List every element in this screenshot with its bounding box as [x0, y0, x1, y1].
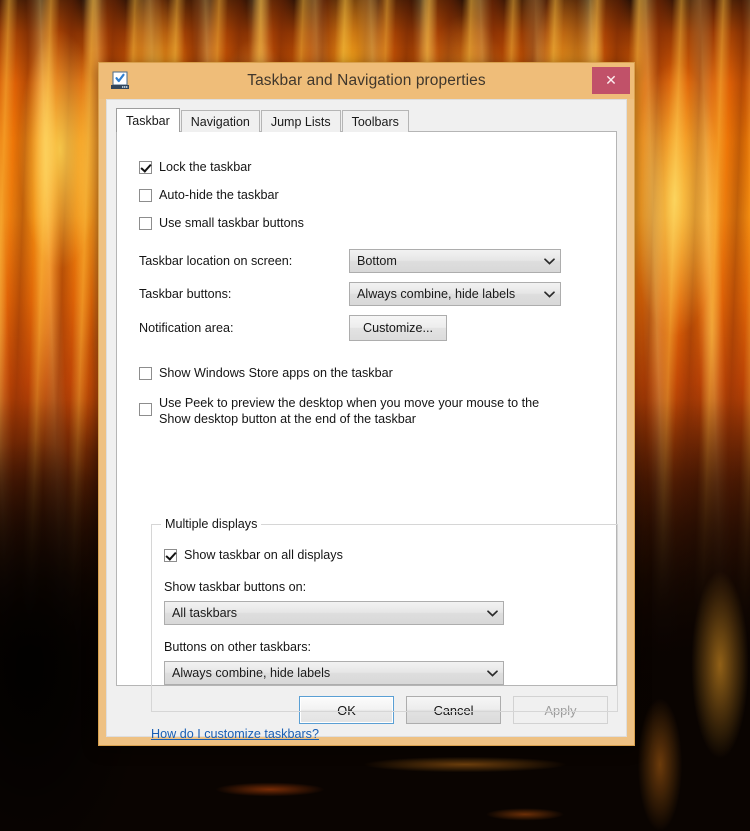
auto-hide-taskbar-label: Auto-hide the taskbar: [159, 188, 279, 202]
tab-toolbars[interactable]: Toolbars: [341, 110, 409, 132]
show-taskbar-buttons-on-combo[interactable]: All taskbars: [164, 601, 504, 625]
multiple-displays-title: Multiple displays: [161, 517, 262, 531]
show-store-apps-checkbox[interactable]: [139, 367, 152, 380]
desktop-wallpaper: Taskbar and Navigation properties ✕ Task…: [0, 0, 750, 831]
notification-area-label: Notification area:: [139, 321, 234, 335]
use-peek-row[interactable]: Use Peek to preview the desktop when you…: [139, 395, 616, 427]
lock-taskbar-row[interactable]: Lock the taskbar: [139, 159, 616, 175]
use-peek-label-line1: Use Peek to preview the desktop when you…: [159, 396, 540, 410]
use-peek-label: Use Peek to preview the desktop when you…: [159, 395, 539, 427]
chevron-down-icon: [481, 669, 503, 677]
tab-page-taskbar: Lock the taskbar Auto-hide the taskbar U…: [116, 131, 618, 741]
multiple-displays-groupbox: Multiple displays Show taskbar on all di…: [151, 517, 618, 712]
dialog-client-area: Taskbar Navigation Jump Lists Toolbars L…: [106, 99, 627, 741]
show-taskbar-buttons-on-value: All taskbars: [172, 606, 238, 620]
tab-jump-lists[interactable]: Jump Lists: [260, 110, 341, 132]
show-store-apps-label: Show Windows Store apps on the taskbar: [159, 366, 393, 380]
other-taskbars-value: Always combine, hide labels: [172, 666, 331, 680]
taskbar-buttons-combo[interactable]: Always combine, hide labels: [349, 282, 561, 306]
other-taskbars-label: Buttons on other taskbars:: [164, 640, 312, 654]
lock-taskbar-label: Lock the taskbar: [159, 160, 252, 174]
taskbar-buttons-row: Taskbar buttons: Always combine, hide la…: [139, 282, 616, 306]
small-buttons-row[interactable]: Use small taskbar buttons: [139, 215, 616, 231]
show-taskbar-buttons-on-label: Show taskbar buttons on:: [164, 580, 307, 594]
taskbar-properties-dialog: Taskbar and Navigation properties ✕ Task…: [98, 62, 635, 746]
auto-hide-taskbar-checkbox[interactable]: [139, 189, 152, 202]
chevron-down-icon: [481, 609, 503, 617]
taskbar-properties-icon: [109, 70, 131, 92]
tab-taskbar-label: Taskbar: [126, 113, 170, 128]
taskbar-buttons-value: Always combine, hide labels: [357, 287, 516, 301]
small-taskbar-buttons-checkbox[interactable]: [139, 217, 152, 230]
taskbar-location-label: Taskbar location on screen:: [139, 254, 293, 268]
tab-jump-lists-label: Jump Lists: [270, 114, 331, 129]
tab-strip: Taskbar Navigation Jump Lists Toolbars: [116, 108, 617, 132]
show-all-displays-row[interactable]: Show taskbar on all displays: [164, 547, 617, 563]
tab-toolbars-label: Toolbars: [351, 114, 399, 129]
customize-button[interactable]: Customize...: [349, 315, 447, 341]
taskbar-buttons-label: Taskbar buttons:: [139, 287, 232, 301]
store-apps-row[interactable]: Show Windows Store apps on the taskbar: [139, 365, 616, 381]
taskbar-location-combo[interactable]: Bottom: [349, 249, 561, 273]
chevron-down-icon: [538, 290, 560, 298]
use-peek-label-line2: Show desktop button at the end of the ta…: [159, 412, 416, 426]
show-taskbar-all-displays-checkbox[interactable]: [164, 549, 177, 562]
customize-taskbars-link[interactable]: How do I customize taskbars?: [151, 727, 319, 741]
taskbar-location-row: Taskbar location on screen: Bottom: [139, 249, 616, 273]
notification-area-row: Notification area: Customize...: [139, 315, 616, 341]
tab-navigation-label: Navigation: [190, 114, 250, 129]
other-taskbars-combo[interactable]: Always combine, hide labels: [164, 661, 504, 685]
dialog-title: Taskbar and Navigation properties: [247, 72, 486, 89]
taskbar-location-value: Bottom: [357, 254, 397, 268]
dialog-titlebar[interactable]: Taskbar and Navigation properties ✕: [99, 63, 634, 99]
tab-taskbar[interactable]: Taskbar: [116, 108, 180, 132]
small-taskbar-buttons-label: Use small taskbar buttons: [159, 216, 304, 230]
auto-hide-taskbar-row[interactable]: Auto-hide the taskbar: [139, 187, 616, 203]
tab-navigation[interactable]: Navigation: [180, 110, 260, 132]
close-icon[interactable]: ✕: [592, 67, 630, 94]
use-peek-checkbox[interactable]: [139, 403, 152, 416]
show-taskbar-all-displays-label: Show taskbar on all displays: [184, 548, 343, 562]
lock-taskbar-checkbox[interactable]: [139, 161, 152, 174]
chevron-down-icon: [538, 257, 560, 265]
